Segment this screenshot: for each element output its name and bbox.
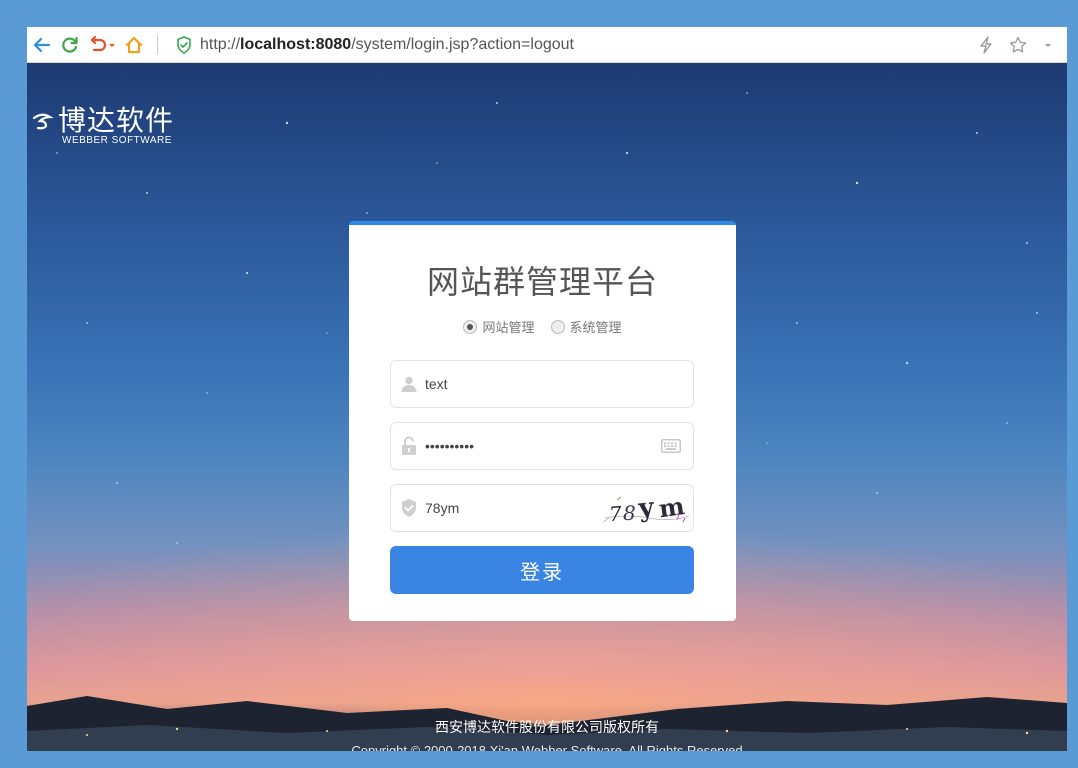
undo-button[interactable] — [85, 32, 119, 58]
radio-label-site-management: 网站管理 — [482, 320, 535, 335]
toolbar-right-group — [979, 35, 1067, 54]
home-icon — [125, 36, 143, 53]
radio-label-system-management: 系统管理 — [569, 320, 622, 335]
password-value: •••••••••• — [425, 438, 475, 454]
logo-mark-icon — [32, 113, 54, 130]
company-logo: 博达软件 WEBBER SOFTWARE — [32, 105, 174, 146]
footer-company: 西安博达软件股份有限公司版权所有 — [435, 719, 659, 735]
login-button[interactable]: 登录 — [390, 546, 694, 594]
chevron-down-icon[interactable] — [1043, 40, 1053, 50]
username-field[interactable]: text — [390, 360, 694, 408]
refresh-icon — [62, 36, 78, 53]
username-value: text — [425, 376, 448, 392]
star-icon[interactable] — [1009, 36, 1027, 54]
radio-site-management[interactable]: 网站管理 — [463, 317, 535, 336]
captcha-field[interactable]: 78ym 7 8 y m — [390, 484, 694, 532]
refresh-button[interactable] — [57, 32, 83, 58]
lock-icon — [399, 436, 419, 456]
keyboard-icon[interactable] — [661, 439, 681, 453]
logo-name-en: WEBBER SOFTWARE — [62, 135, 172, 146]
home-button[interactable] — [121, 32, 147, 58]
platform-title: 网站群管理平台 — [426, 264, 658, 300]
password-field[interactable]: •••••••••• — [390, 422, 694, 470]
svg-text:7: 7 — [608, 501, 623, 526]
footer-copyright: Copyright © 2000-2018 Xi'an Webber Softw… — [351, 743, 743, 751]
mountain-silhouette — [27, 696, 1067, 751]
url-prefix: http:// — [200, 35, 241, 53]
lightning-icon[interactable] — [979, 35, 993, 54]
radio-button-unchecked[interactable] — [550, 319, 565, 334]
logo-name-cn: 博达软件 — [58, 105, 175, 136]
back-arrow-icon — [33, 37, 51, 52]
url-host: localhost:8080 — [240, 35, 352, 53]
back-button[interactable] — [29, 32, 55, 58]
user-icon — [399, 375, 419, 393]
login-card: 网站群管理平台 网站管理 系统管理 text •••••••••• 78ym 7… — [349, 221, 736, 621]
shield-check-icon — [177, 35, 191, 54]
undo-icon — [90, 35, 115, 51]
url-path: /system/login.jsp?action=logout — [351, 35, 574, 53]
browser-toolbar: http://localhost:8080/system/login.jsp?a… — [27, 27, 1067, 63]
svg-text:y: y — [636, 492, 656, 524]
login-type-radio-group: 网站管理 系统管理 — [349, 317, 736, 336]
radio-system-management[interactable]: 系统管理 — [550, 317, 622, 336]
svg-text:m: m — [657, 491, 686, 523]
toolbar-divider — [157, 34, 158, 55]
page-viewport: 博达软件 WEBBER SOFTWARE 网站群管理平台 网站管理 系统管理 t… — [27, 63, 1067, 751]
captcha-image[interactable]: 7 8 y m — [597, 488, 693, 528]
security-indicator[interactable] — [176, 35, 192, 54]
svg-text:8: 8 — [623, 501, 636, 525]
captcha-value: 78ym — [425, 500, 460, 516]
address-bar[interactable]: http://localhost:8080/system/login.jsp?a… — [200, 36, 574, 54]
shield-icon — [399, 498, 419, 518]
radio-button-checked[interactable] — [463, 319, 478, 334]
